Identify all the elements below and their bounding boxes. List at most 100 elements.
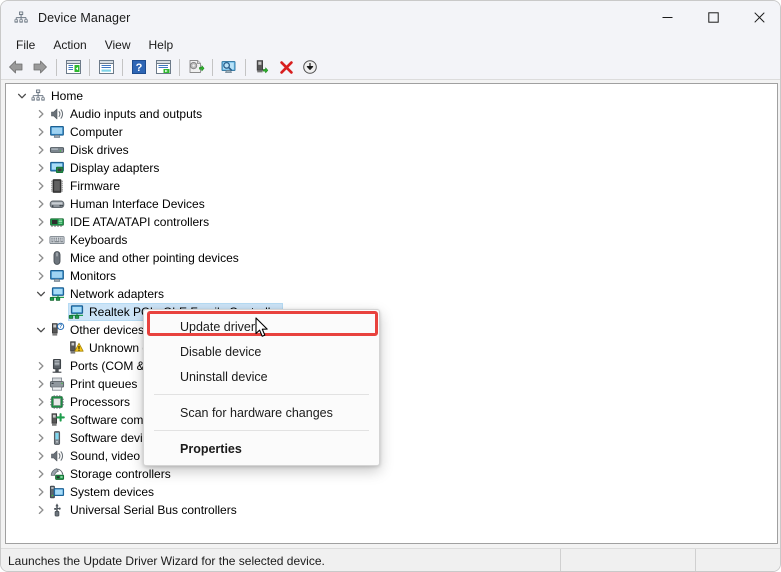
tree-item[interactable]: Software devices [6, 429, 777, 447]
back-icon[interactable] [4, 56, 28, 79]
tree-item[interactable]: ? Other devices [6, 321, 777, 339]
chevron-right-icon[interactable] [33, 232, 49, 248]
toolbar: ? [1, 55, 780, 80]
display-adapter-icon [49, 160, 65, 176]
tree-item[interactable]: Print queues [6, 375, 777, 393]
chevron-right-icon[interactable] [33, 376, 49, 392]
properties-icon[interactable] [94, 56, 118, 79]
tree-item[interactable]: Audio inputs and outputs [6, 105, 777, 123]
gamepad-icon [49, 196, 65, 212]
tree-item[interactable]: Software components [6, 411, 777, 429]
context-menu-item-update-driver[interactable]: Update driver [144, 314, 379, 339]
enable-device-icon[interactable] [250, 56, 274, 79]
chevron-right-icon[interactable] [33, 268, 49, 284]
menu-bar: File Action View Help [1, 34, 780, 55]
menu-help[interactable]: Help [140, 36, 183, 54]
tree-item-label: Storage controllers [70, 467, 171, 481]
tree-item[interactable]: Ports (COM & LPT) [6, 357, 777, 375]
chevron-right-icon[interactable] [33, 358, 49, 374]
tree-item[interactable]: Processors [6, 393, 777, 411]
system-device-icon [49, 484, 65, 500]
tree-item[interactable]: Monitors [6, 267, 777, 285]
tree-item-label: Disk drives [70, 143, 129, 157]
chevron-right-icon[interactable] [33, 142, 49, 158]
disk-drive-icon [49, 142, 65, 158]
toolbar-separator-5 [212, 58, 213, 76]
monitor-icon [49, 268, 65, 284]
tree-item[interactable]: Storage controllers [6, 465, 777, 483]
computer-home-icon [30, 88, 46, 104]
tree-item[interactable]: IDE ATA/ATAPI controllers [6, 213, 777, 231]
help-icon[interactable]: ? [127, 56, 151, 79]
chevron-right-icon[interactable] [33, 448, 49, 464]
mouse-icon [49, 250, 65, 266]
toolbar-separator-2 [89, 58, 90, 76]
uninstall-device-icon[interactable] [274, 56, 298, 79]
maximize-button[interactable] [690, 1, 736, 34]
context-menu-item-uninstall-device[interactable]: Uninstall device [144, 364, 379, 389]
tree-item-label: Print queues [70, 377, 138, 391]
chevron-right-icon[interactable] [33, 178, 49, 194]
tree-item-label: Universal Serial Bus controllers [70, 503, 237, 517]
tree-item[interactable]: Universal Serial Bus controllers [6, 501, 777, 519]
minimize-button[interactable] [644, 1, 690, 34]
tree-item[interactable]: Home [6, 87, 777, 105]
context-menu-item-disable-device[interactable]: Disable device [144, 339, 379, 364]
menu-file[interactable]: File [7, 36, 44, 54]
context-menu[interactable]: Update driver Disable device Uninstall dev… [143, 309, 380, 466]
tree-item[interactable]: Sound, video and game controllers [6, 447, 777, 465]
chevron-down-icon[interactable] [14, 88, 30, 104]
update-driver-icon[interactable] [184, 56, 208, 79]
printer-icon [49, 376, 65, 392]
tree-item-label: Firmware [70, 179, 120, 193]
download-icon[interactable] [298, 56, 322, 79]
chevron-right-icon[interactable] [33, 250, 49, 266]
tree-item[interactable]: System devices [6, 483, 777, 501]
tree-item[interactable]: Keyboards [6, 231, 777, 249]
tree-item-label: IDE ATA/ATAPI controllers [70, 215, 210, 229]
chevron-right-icon[interactable] [33, 394, 49, 410]
toolbar-separator-1 [56, 58, 57, 76]
chevron-right-icon[interactable] [33, 502, 49, 518]
tree-item-label: Keyboards [70, 233, 128, 247]
menu-action[interactable]: Action [44, 36, 95, 54]
context-menu-item-properties[interactable]: Properties [144, 436, 379, 461]
chevron-right-icon[interactable] [33, 412, 49, 428]
tree-item[interactable]: Network adapters [6, 285, 777, 303]
chevron-right-icon[interactable] [33, 196, 49, 212]
ide-controller-icon [49, 214, 65, 230]
title-bar: Device Manager [1, 1, 780, 34]
tree-item[interactable]: Disk drives [6, 141, 777, 159]
chevron-down-icon[interactable] [33, 286, 49, 302]
tree-item-label: Other devices [70, 323, 145, 337]
status-bar: Launches the Update Driver Wizard for th… [1, 548, 780, 571]
chevron-right-icon[interactable] [33, 214, 49, 230]
tree-item[interactable]: Mice and other pointing devices [6, 249, 777, 267]
tree-item[interactable]: Human Interface Devices [6, 195, 777, 213]
tree-item[interactable]: Unknown device [6, 339, 777, 357]
close-button[interactable] [736, 1, 780, 34]
menu-view[interactable]: View [96, 36, 140, 54]
chevron-right-icon[interactable] [33, 124, 49, 140]
storage-controller-icon [49, 466, 65, 482]
tree-item[interactable]: Realtek PCIe GbE Family Controller [6, 303, 777, 321]
tree-item[interactable]: Display adapters [6, 159, 777, 177]
window-controls [644, 1, 780, 34]
device-tree-panel[interactable]: Home Audio inputs and outputs Computer Disk… [5, 83, 778, 544]
chevron-down-icon[interactable] [33, 322, 49, 338]
chevron-right-icon[interactable] [33, 484, 49, 500]
show-hide-action-pane-icon[interactable] [151, 56, 175, 79]
forward-icon[interactable] [28, 56, 52, 79]
show-hide-console-tree-icon[interactable] [61, 56, 85, 79]
chevron-right-icon[interactable] [33, 160, 49, 176]
context-menu-item-scan-for-hardware-changes[interactable]: Scan for hardware changes [144, 400, 379, 425]
chevron-right-icon[interactable] [33, 430, 49, 446]
chevron-right-icon[interactable] [33, 466, 49, 482]
scan-for-hardware-changes-icon[interactable] [217, 56, 241, 79]
tree-item[interactable]: Computer [6, 123, 777, 141]
tree-item[interactable]: Firmware [6, 177, 777, 195]
chevron-right-icon[interactable] [33, 106, 49, 122]
firmware-chip-icon [49, 178, 65, 194]
